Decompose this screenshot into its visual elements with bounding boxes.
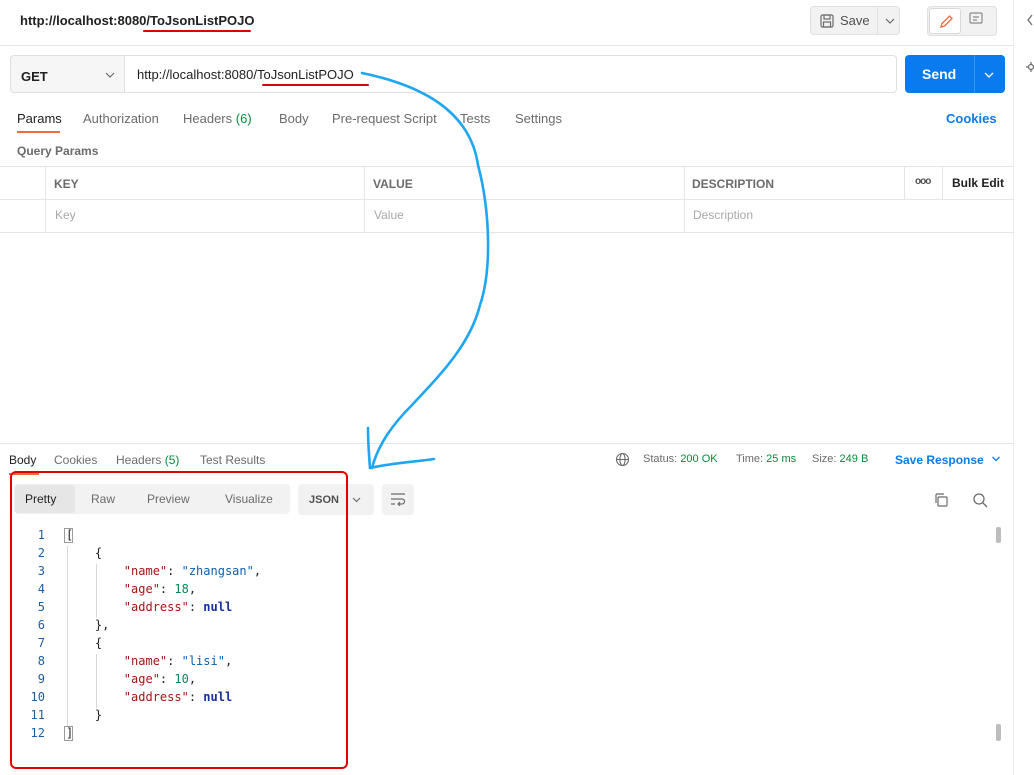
annotation-arrow (360, 71, 490, 470)
